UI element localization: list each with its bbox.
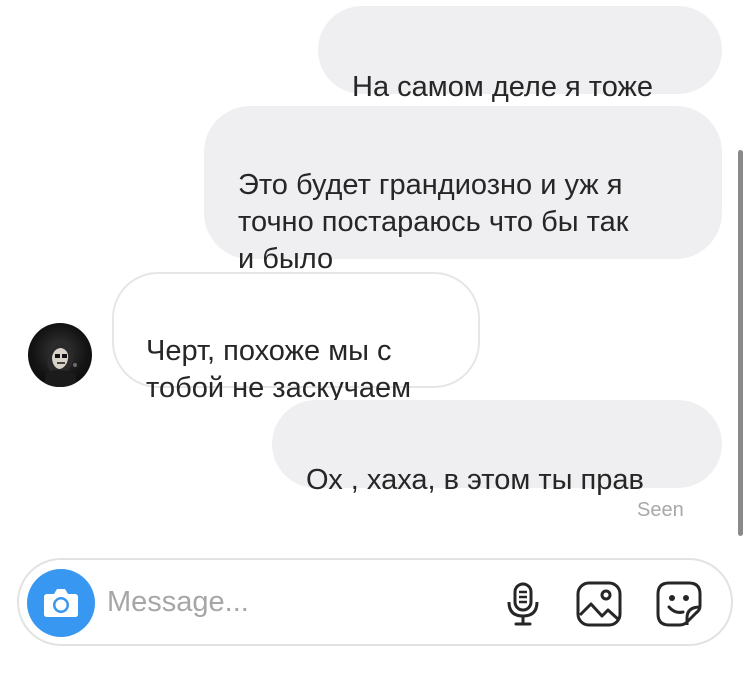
message-text: Ох , хаха, в этом ты прав [306, 464, 644, 496]
message-bubble-outgoing[interactable]: Это будет грандиозно и уж я точно постар… [204, 106, 722, 275]
avatar-image [44, 342, 77, 387]
message-text: Это будет грандиозно и уж я точно постар… [238, 169, 629, 275]
camera-icon [44, 589, 78, 617]
message-bubble-outgoing[interactable]: На самом деле я тоже [318, 6, 722, 103]
message-input[interactable] [107, 582, 487, 622]
message-text: Черт, похоже мы с тобой не заскучаем [146, 335, 412, 404]
chat-screen: На самом деле я тоже Это будет грандиозн… [0, 0, 750, 682]
message-bubble-outgoing[interactable]: Ох , хаха, в этом ты прав [272, 400, 722, 496]
gallery-icon[interactable] [575, 580, 623, 628]
message-bubble-incoming[interactable]: Черт, похоже мы с тобой не заскучаем [112, 272, 480, 404]
microphone-icon[interactable] [499, 580, 547, 628]
seen-status: Seen [637, 499, 684, 521]
avatar[interactable] [28, 323, 92, 387]
sticker-icon[interactable] [655, 580, 703, 628]
message-composer [17, 558, 733, 646]
message-text: На самом деле я тоже [352, 71, 654, 103]
scrollbar[interactable] [738, 150, 743, 536]
camera-button[interactable] [27, 569, 95, 637]
